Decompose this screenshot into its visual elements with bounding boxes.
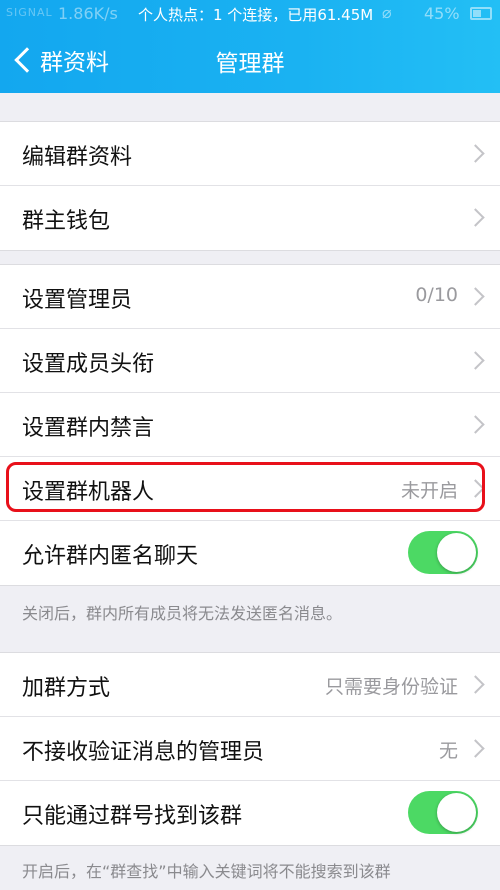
- hotspot-status: 个人热点：1 个连接，已用61.45M: [138, 6, 374, 24]
- no-verify-admins-row[interactable]: 不接收验证消息的管理员 无: [0, 717, 500, 781]
- row-label: 群主钱包: [22, 209, 111, 234]
- join-method-row[interactable]: 加群方式 只需要身份验证: [0, 653, 500, 717]
- set-member-titles-row[interactable]: 设置成员头衔: [0, 329, 500, 393]
- chevron-right-icon: [466, 675, 485, 694]
- no-verify-admins-value: 无: [438, 740, 458, 762]
- join-method-value: 只需要身份验证: [324, 676, 458, 698]
- chevron-right-icon: [466, 144, 485, 163]
- battery-level: 45%: [424, 4, 460, 23]
- row-label: 设置管理员: [22, 288, 133, 313]
- page-title: 管理群: [215, 51, 285, 77]
- search-by-number-row: 只能通过群号找到该群: [0, 781, 500, 845]
- anonymous-chat-note: 关闭后，群内所有成员将无法发送匿名消息。: [22, 604, 343, 623]
- section-group-join: 加群方式 只需要身份验证 不接收验证消息的管理员 无 只能通过群号找到该群: [0, 652, 500, 846]
- status-bar: SIGNAL 1.86K/s 个人热点：1 个连接，已用61.45M ⌀ 45%: [0, 0, 500, 28]
- chevron-right-icon: [466, 415, 485, 434]
- row-label: 允许群内匿名聊天: [22, 544, 199, 569]
- battery-icon: [470, 7, 492, 20]
- set-admins-row[interactable]: 设置管理员 0/10: [0, 265, 500, 329]
- search-by-number-toggle[interactable]: [408, 791, 478, 834]
- row-label: 设置成员头衔: [22, 352, 155, 377]
- section-group-info: 编辑群资料 群主钱包: [0, 121, 500, 251]
- chevron-right-icon: [466, 287, 485, 306]
- nav-bar: 群资料 管理群: [0, 28, 500, 93]
- chevron-right-icon: [466, 739, 485, 758]
- edit-group-info-row[interactable]: 编辑群资料: [0, 122, 500, 186]
- anonymous-chat-row: 允许群内匿名聊天: [0, 521, 500, 585]
- mute-icon: ⌀: [382, 3, 392, 22]
- toggle-knob: [437, 533, 476, 572]
- highlight-annotation: [6, 462, 485, 512]
- section-group-admin: 设置管理员 0/10 设置成员头衔 设置群内禁言 设置群机器人 未开启 允许群内…: [0, 264, 500, 586]
- group-wallet-row[interactable]: 群主钱包: [0, 186, 500, 250]
- row-label: 不接收验证消息的管理员: [22, 740, 265, 765]
- row-label: 加群方式: [22, 676, 111, 701]
- search-by-number-note: 开启后，在“群查找”中输入关键词将不能搜索到该群: [22, 862, 391, 881]
- row-label: 只能通过群号找到该群: [22, 804, 243, 829]
- row-label: 设置群内禁言: [22, 416, 155, 441]
- signal-icon: SIGNAL: [6, 6, 53, 19]
- chevron-right-icon: [466, 351, 485, 370]
- set-group-mute-row[interactable]: 设置群内禁言: [0, 393, 500, 457]
- network-speed: 1.86K/s: [58, 4, 118, 23]
- anonymous-chat-toggle[interactable]: [408, 531, 478, 574]
- chevron-right-icon: [466, 208, 485, 227]
- row-label: 编辑群资料: [22, 145, 133, 170]
- toggle-knob: [437, 793, 476, 832]
- admin-count: 0/10: [415, 284, 458, 306]
